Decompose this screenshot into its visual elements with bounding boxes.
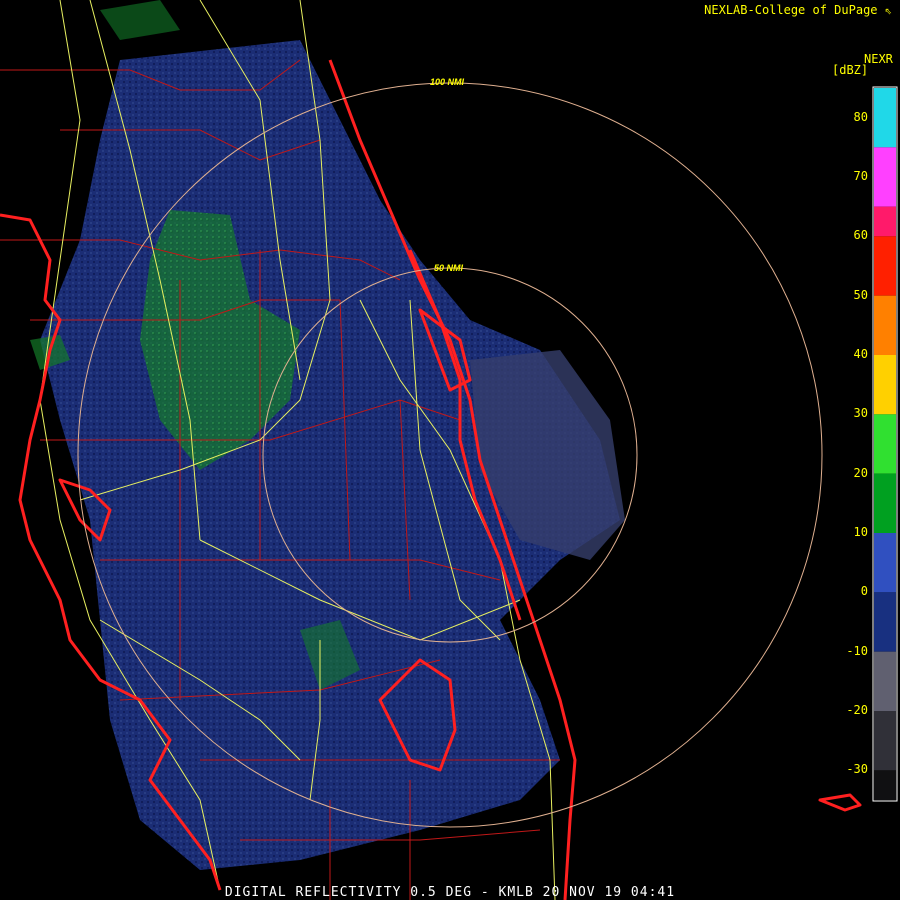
legend-tick-label: 30 [853,406,868,421]
product-caption: DIGITAL REFLECTIVITY 0.5 DEG - KMLB 20 N… [224,885,676,900]
legend-tick-label: -20 [846,703,868,717]
legend-product: NEXR [864,52,893,66]
legend-tick-label: 80 [853,109,868,124]
legend-tick-label: 20 [853,465,868,480]
legend-unit: [dBZ] [832,63,869,77]
legend-band-6 [874,414,896,474]
range-ring-label-50: 50 NMI [434,263,464,273]
legend-tick-label: -30 [846,762,868,777]
legend-band-1 [874,147,896,207]
legend-band-9 [874,592,896,652]
legend-band-0 [874,88,896,148]
legend-tick-label: 60 [853,228,868,243]
legend-band-12 [874,770,896,800]
legend-tick-label: 10 [853,525,868,539]
credit-text: NEXLAB-College of DuPage ⇖ [704,3,892,17]
legend-tick-label: 40 [853,347,868,361]
legend-band-3 [874,236,896,296]
radar-map: 100 NMI 50 NMI [0,0,898,900]
legend-band-2 [874,206,896,237]
legend-band-7 [874,473,896,533]
legend-band-11 [874,711,896,771]
legend-band-4 [874,295,896,355]
legend-tick-label: -10 [846,643,868,658]
legend-tick-label: 70 [853,169,868,183]
legend-band-5 [874,355,896,415]
legend-band-10 [874,651,896,711]
legend-tick-label: 0 [860,584,868,599]
legend-color-bar [872,86,898,802]
legend-band-8 [874,533,896,593]
credit-label: NEXLAB-College of DuPage [704,3,878,17]
cursor-arrow-icon: ⇖ [884,3,892,17]
range-ring-label-100: 100 NMI [430,77,465,87]
legend-tick-label: 50 [853,287,868,302]
